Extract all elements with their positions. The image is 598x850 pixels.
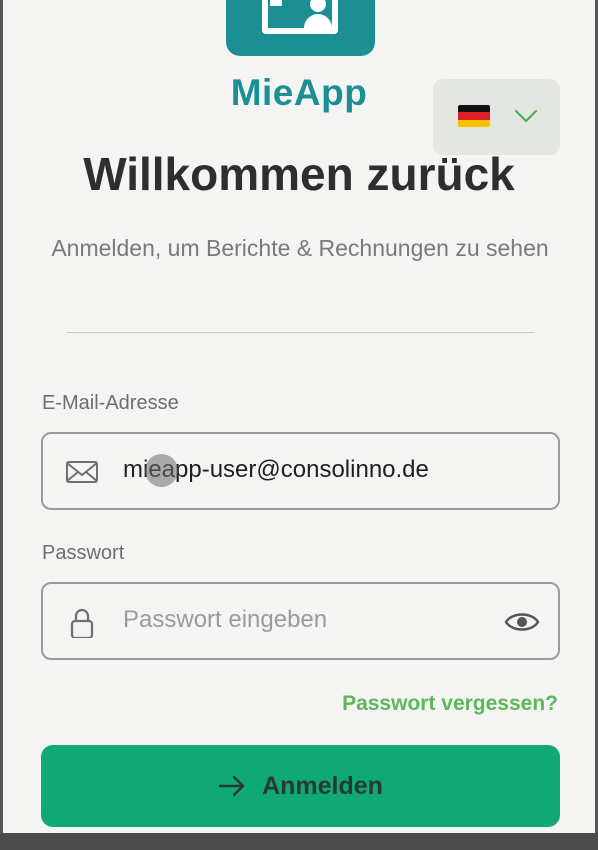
- bottom-bar: [0, 833, 598, 850]
- screen-edge-left: [0, 0, 3, 850]
- logo-square-shape: [270, 0, 282, 6]
- language-selector[interactable]: [433, 79, 560, 155]
- forgot-password-link[interactable]: Passwort vergessen?: [342, 692, 558, 716]
- page-subtitle: Anmelden, um Berichte & Rechnungen zu se…: [51, 235, 549, 261]
- email-field[interactable]: mieapp-user@consolinno.de: [41, 432, 560, 510]
- password-field[interactable]: Passwort eingeben: [41, 582, 560, 660]
- eye-icon[interactable]: [504, 608, 540, 636]
- password-placeholder: Passwort eingeben: [123, 606, 328, 633]
- email-label: E-Mail-Adresse: [42, 392, 179, 414]
- arrow-right-icon: [218, 775, 245, 797]
- page-title: Willkommen zurück: [83, 148, 515, 200]
- app-logo: [226, 0, 375, 56]
- login-button[interactable]: Anmelden: [41, 745, 560, 827]
- login-button-label: Anmelden: [262, 771, 383, 800]
- divider: [67, 332, 534, 333]
- chevron-down-icon: [514, 109, 538, 123]
- lock-icon: [70, 608, 94, 638]
- mail-icon: [66, 461, 98, 483]
- login-screen: MieApp Willkommen zurück Anmelden, um Be…: [0, 0, 598, 850]
- german-flag-icon: [458, 105, 490, 127]
- password-label: Passwort: [42, 542, 125, 564]
- touch-indicator: [145, 454, 178, 487]
